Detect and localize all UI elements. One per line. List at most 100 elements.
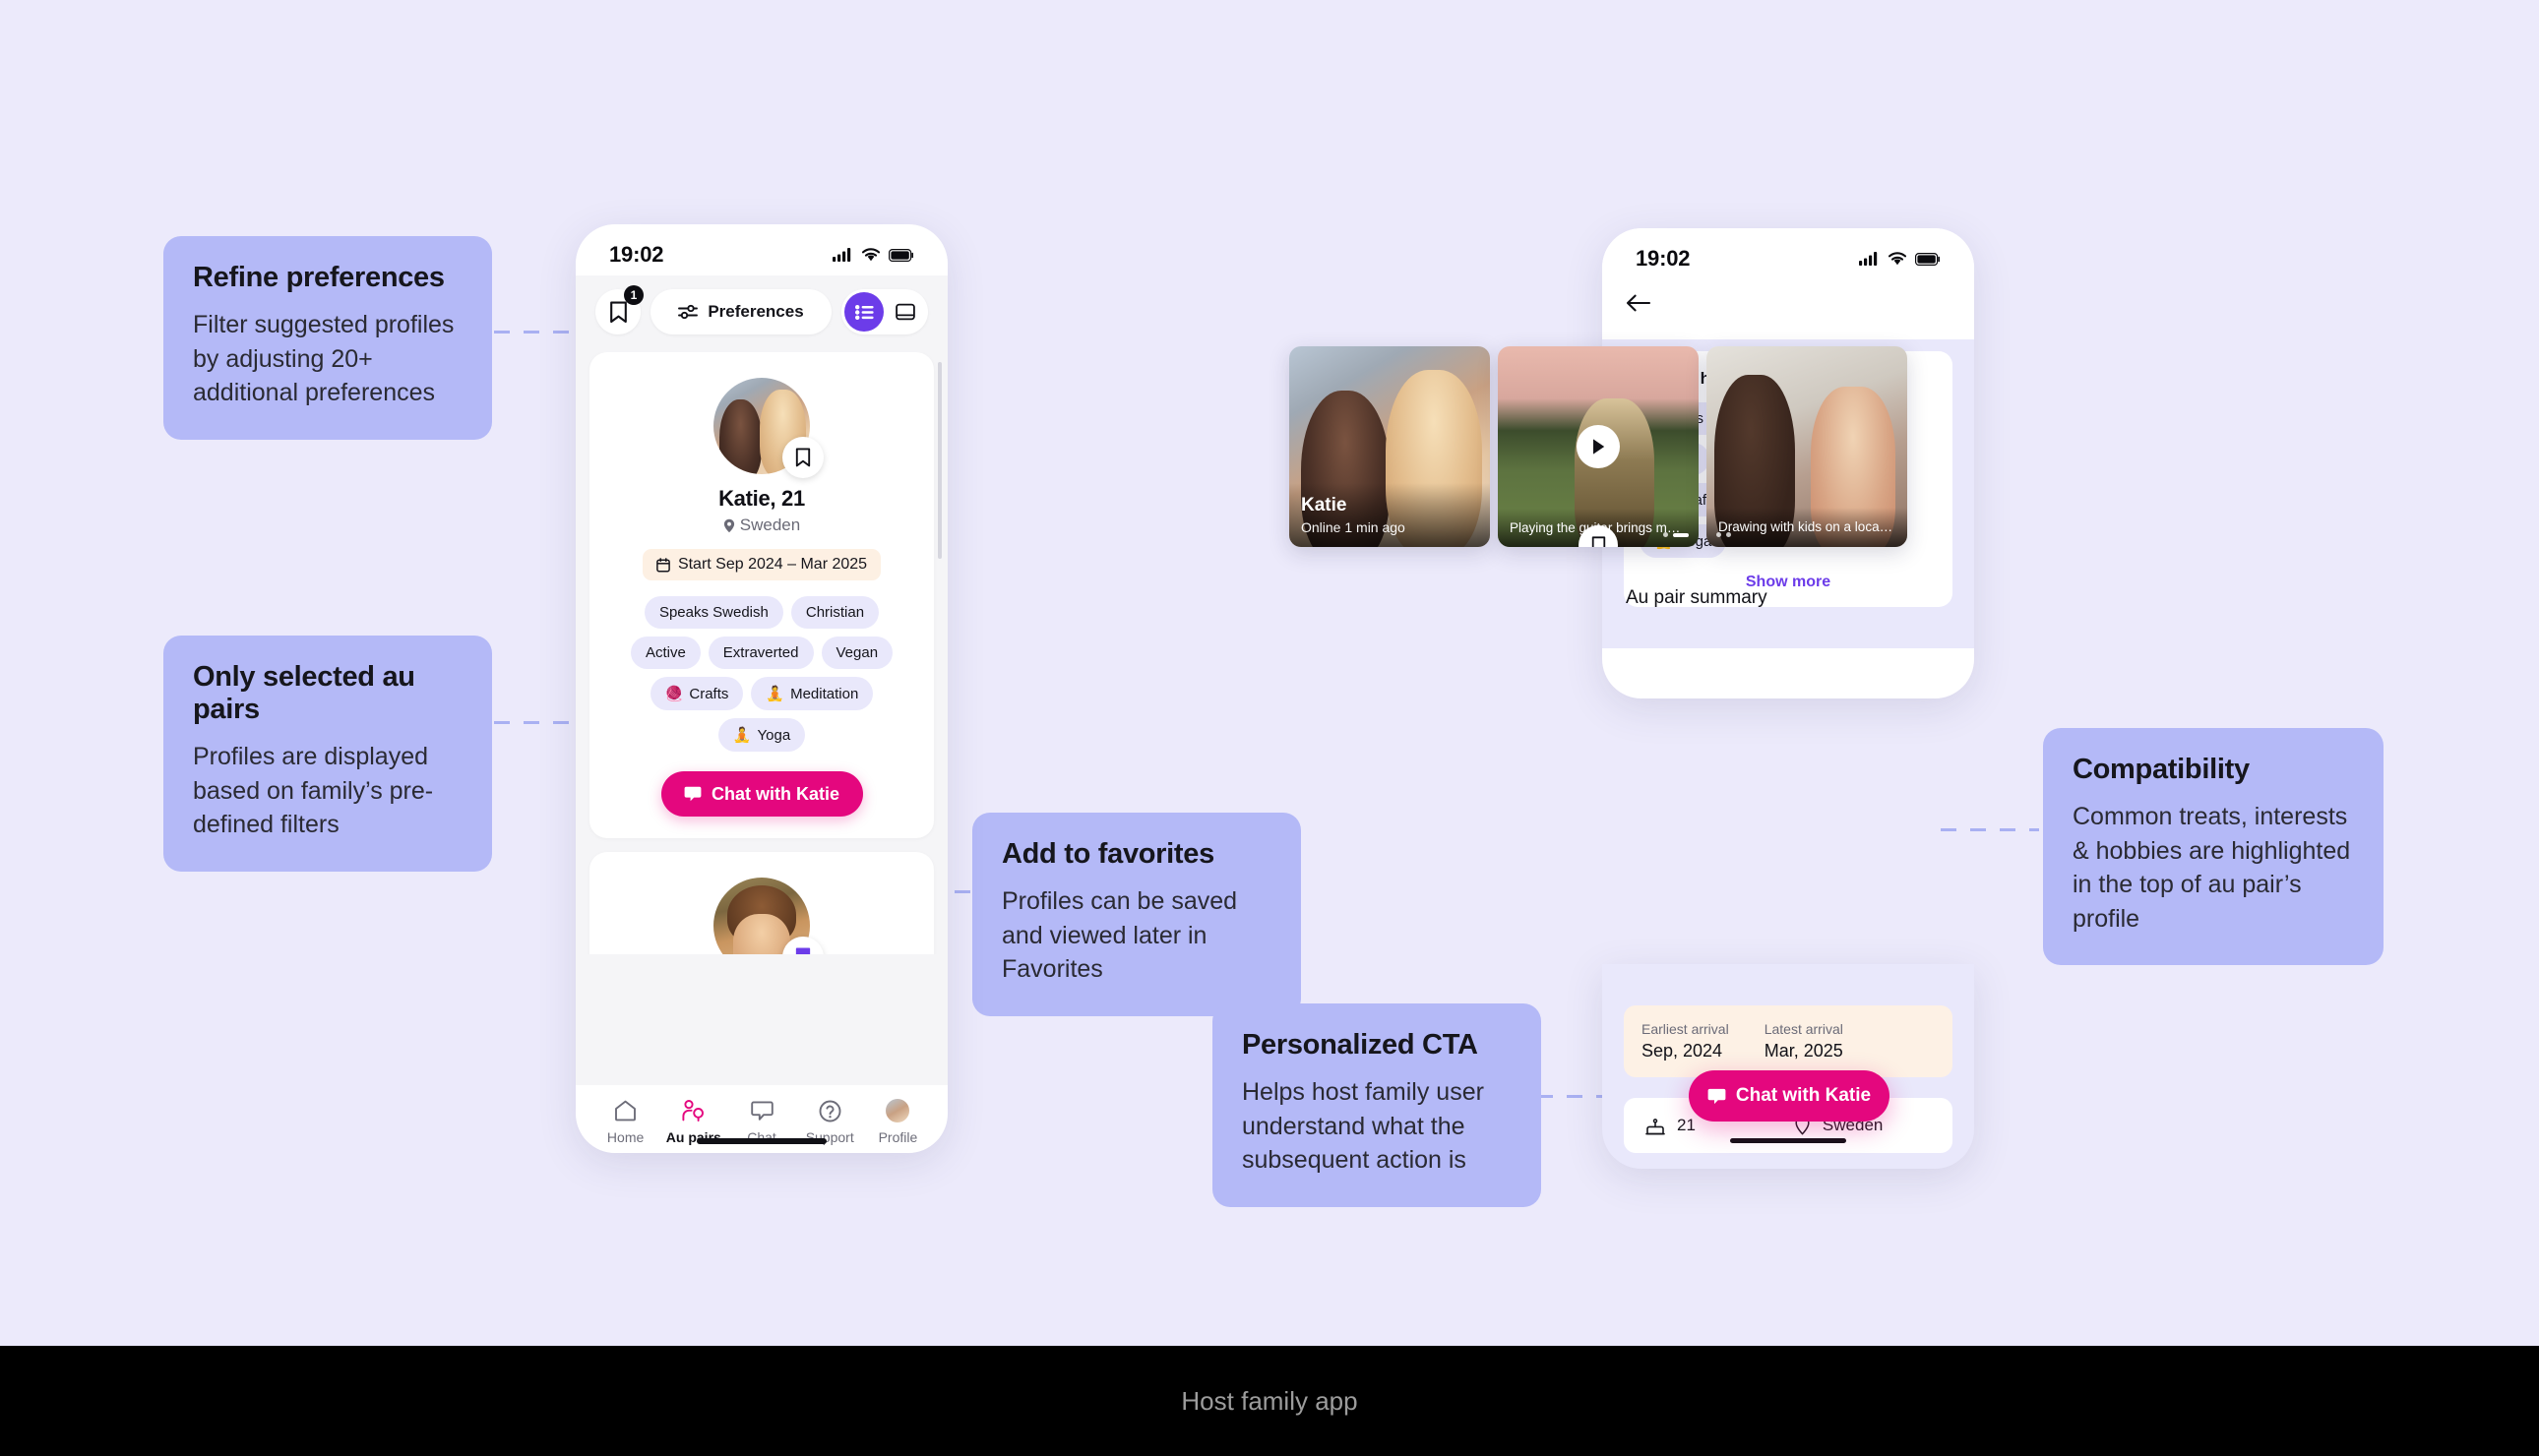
play-button[interactable]: [1577, 425, 1620, 468]
home-icon: [615, 1100, 637, 1122]
media-carousel[interactable]: Katie Online 1 min ago Playing the guita…: [1289, 346, 1907, 547]
chip-emoji: 🧘: [732, 727, 752, 744]
cta-label: Chat with Katie: [1735, 1085, 1872, 1106]
age-value: 21: [1677, 1116, 1696, 1134]
connector-only-selected: [494, 721, 581, 724]
callout-only-selected-au-pairs: Only selected au pairs Profiles are disp…: [163, 636, 492, 872]
cta-label: Chat with Katie: [711, 783, 839, 804]
calendar-icon: [656, 557, 670, 573]
wifi-icon: [862, 248, 880, 262]
status-bar: 19:02: [576, 224, 948, 275]
preferences-label: Preferences: [708, 302, 804, 321]
latest-arrival-value: Mar, 2025: [1764, 1041, 1843, 1061]
au-pair-summary-title: Au pair summary: [1626, 587, 1767, 608]
chip-emoji: 🧘: [766, 686, 785, 702]
list-view-icon: [854, 304, 874, 320]
callout-body: Common treats, interests & hobbies are h…: [2073, 803, 2351, 933]
chip[interactable]: 🧘Yoga: [717, 718, 806, 752]
view-mode-toggle[interactable]: [841, 289, 928, 334]
favorites-button[interactable]: 1: [595, 285, 644, 334]
status-time: 19:02: [1636, 246, 1691, 271]
latest-arrival: Latest arrival Mar, 2025: [1765, 1021, 1843, 1062]
dot[interactable]: [1663, 532, 1668, 537]
connector-refine-preferences: [494, 331, 581, 334]
callout-body: Profiles can be saved and viewed later i…: [1002, 887, 1238, 983]
chip[interactable]: 🧶Crafts: [650, 677, 744, 710]
callout-body: Helps host family user understand what t…: [1242, 1078, 1484, 1174]
back-arrow-icon[interactable]: [1626, 293, 1651, 313]
list-header: 1 Preferences: [576, 275, 948, 352]
dot[interactable]: [1716, 532, 1721, 537]
bookmark-icon: [795, 448, 811, 467]
media-card-video-guitar[interactable]: Playing the guitar brings me a sense of …: [1498, 346, 1699, 547]
callout-compatibility: Compatibility Common treats, interests &…: [2043, 728, 2384, 965]
media-card-photo-drawing[interactable]: Drawing with kids on a local charity eve…: [1706, 346, 1907, 547]
play-icon: [1593, 439, 1605, 455]
chip[interactable]: Christian: [790, 596, 880, 629]
support-icon: [819, 1100, 841, 1122]
availability-dates: Start Sep 2024 – Mar 2025: [642, 549, 882, 580]
dates-label: Start Sep 2024 – Mar 2025: [677, 556, 868, 573]
list-view-button[interactable]: [844, 292, 884, 332]
birthday-cake-icon: [1645, 1119, 1665, 1135]
page-canvas: Refine preferences Filter suggested prof…: [0, 0, 2539, 1456]
profile-avatar-icon: [886, 1099, 910, 1122]
bottom-tab-bar: Home Au pairs Chat Support Profile: [576, 1085, 948, 1153]
chip-emoji: 🧶: [664, 686, 684, 702]
au-pair-list-screen: 19:02 1 Preferences Katie, 21 Sweden Sta…: [576, 224, 948, 1153]
callout-refine-preferences: Refine preferences Filter suggested prof…: [163, 236, 492, 440]
media-caption: Drawing with kids on a local charity eve…: [1706, 508, 1907, 547]
chip[interactable]: 🧘Meditation: [751, 677, 874, 710]
online-status: Online 1 min ago: [1301, 519, 1405, 535]
home-indicator: [1730, 1138, 1846, 1143]
age-fact: 21: [1645, 1116, 1696, 1135]
tab-label: Home: [606, 1129, 645, 1145]
callout-title: Compatibility: [2073, 754, 2250, 785]
tab-home[interactable]: Home: [591, 1097, 659, 1145]
bookmark-filled-icon: [795, 947, 811, 954]
cellular-signal-icon: [833, 248, 851, 262]
footer-caption-bar: Host family app: [0, 1346, 2539, 1456]
profile-card-katie[interactable]: Katie, 21 Sweden Start Sep 2024 – Mar 20…: [589, 352, 934, 838]
media-caption: Katie Online 1 min ago: [1289, 483, 1490, 547]
arrival-window-box: Earliest arrival Sep, 2024 Latest arriva…: [1624, 1005, 1952, 1077]
chat-with-katie-button[interactable]: Chat with Katie: [660, 771, 863, 817]
chip[interactable]: Extraverted: [708, 637, 814, 669]
media-card-photo-katie[interactable]: Katie Online 1 min ago: [1289, 346, 1490, 547]
save-profile-button[interactable]: [782, 437, 824, 478]
dot[interactable]: [1726, 532, 1731, 537]
chip[interactable]: Active: [630, 637, 701, 669]
callout-body: Profiles are displayed based on family’s…: [193, 743, 434, 838]
battery-icon: [889, 248, 913, 262]
dot-active[interactable]: [1673, 532, 1689, 537]
carousel-dots: [1716, 532, 1731, 537]
chat-icon: [750, 1100, 774, 1121]
callout-title: Only selected au pairs: [193, 661, 415, 725]
tab-profile[interactable]: Profile: [864, 1097, 932, 1145]
detail-nav-bar: [1602, 279, 1974, 339]
tab-label: Profile: [878, 1129, 918, 1145]
cellular-signal-icon: [1859, 252, 1878, 266]
chip[interactable]: Vegan: [821, 637, 894, 669]
profile-list[interactable]: Katie, 21 Sweden Start Sep 2024 – Mar 20…: [576, 352, 948, 954]
profile-location: Sweden: [607, 516, 916, 535]
chat-with-katie-button[interactable]: Chat with Katie: [1689, 1070, 1889, 1122]
chip[interactable]: Speaks Swedish: [644, 596, 783, 629]
carousel-dots: [1663, 532, 1689, 537]
callout-title: Refine preferences: [193, 262, 445, 293]
callout-title: Add to favorites: [1002, 838, 1214, 870]
callout-title: Personalized CTA: [1242, 1029, 1478, 1061]
bookmark-icon: [609, 301, 627, 323]
chat-bubble-icon: [1707, 1088, 1726, 1104]
callout-personalized-cta: Personalized CTA Helps host family user …: [1212, 1003, 1541, 1207]
profile-chips: Speaks Swedish Christian Active Extraver…: [607, 596, 916, 752]
callout-body: Filter suggested profiles by adjusting 2…: [193, 311, 455, 406]
card-view-button[interactable]: [886, 292, 925, 332]
preferences-button[interactable]: Preferences: [650, 289, 832, 334]
bookmark-icon: [1591, 535, 1605, 547]
profile-card-braian[interactable]: Braian, 18 Austria Start Jul 2024 – Dec …: [589, 852, 934, 954]
au-pairs-icon: [682, 1100, 705, 1122]
wifi-icon: [1889, 252, 1906, 266]
scrollbar-thumb[interactable]: [938, 362, 942, 559]
battery-icon: [1915, 252, 1940, 266]
